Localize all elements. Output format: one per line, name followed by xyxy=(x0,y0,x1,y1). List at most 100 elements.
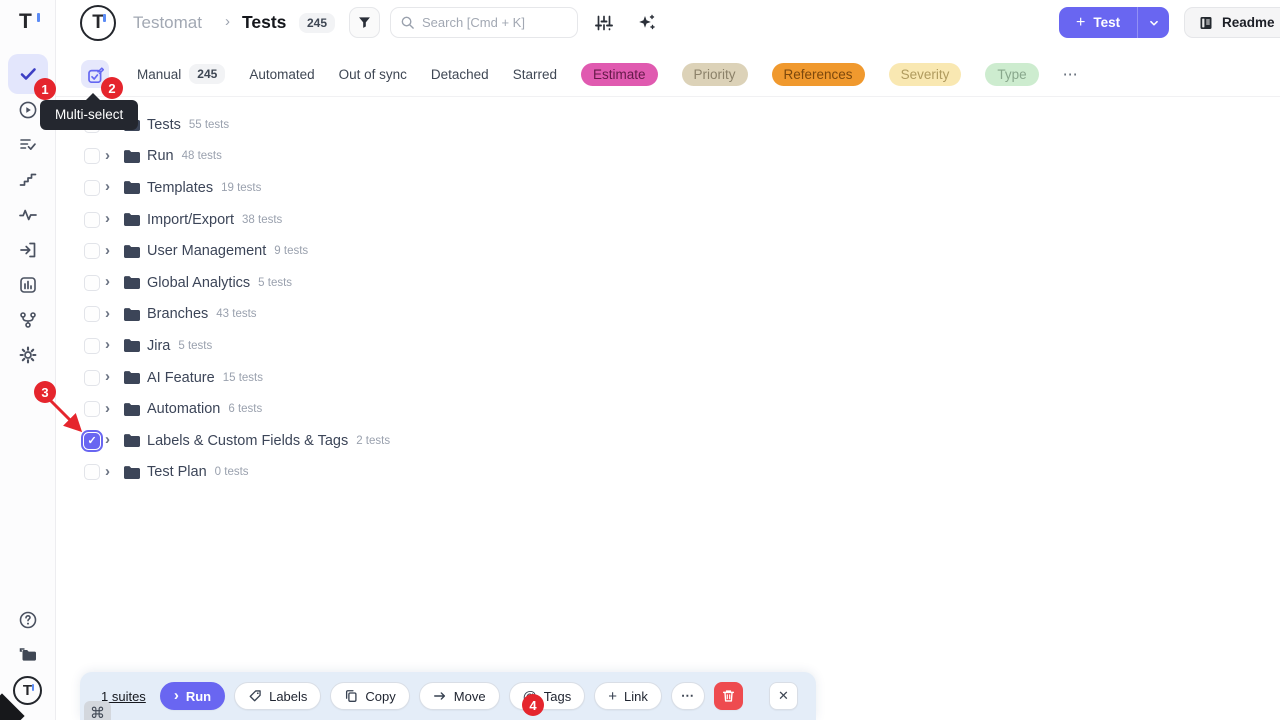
display-settings-button[interactable] xyxy=(594,13,614,38)
tags-button[interactable]: @ Tags xyxy=(509,682,586,710)
suite-name[interactable]: Test Plan xyxy=(147,464,207,480)
new-test-dropdown[interactable] xyxy=(1137,7,1169,38)
folder-icon xyxy=(123,180,140,195)
sidebar-item-projects[interactable] xyxy=(18,645,38,665)
folder-icon xyxy=(123,370,140,385)
suite-test-count: 5 tests xyxy=(258,277,292,289)
chevron-right-icon[interactable]: › xyxy=(105,243,115,258)
sidebar-item-runs[interactable] xyxy=(18,100,38,120)
breadcrumb-page[interactable]: Tests xyxy=(242,12,286,33)
suite-name[interactable]: Branches xyxy=(147,306,208,322)
tree-row[interactable]: ›User Management9 tests xyxy=(56,235,1280,267)
suite-name[interactable]: Import/Export xyxy=(147,212,234,228)
suite-name[interactable]: User Management xyxy=(147,243,266,259)
tree-row[interactable]: ›Automation6 tests xyxy=(56,393,1280,425)
tree-row[interactable]: ›Jira5 tests xyxy=(56,330,1280,362)
row-checkbox[interactable] xyxy=(84,275,100,291)
tree-row[interactable]: ›Test Plan0 tests xyxy=(56,457,1280,489)
chevron-right-icon[interactable]: › xyxy=(105,274,115,289)
tree-row[interactable]: › Global Analytics 5 tests xyxy=(56,267,1280,299)
chevron-right-icon[interactable]: › xyxy=(105,401,115,416)
tab-starred[interactable]: Starred xyxy=(513,67,557,82)
annotation-badge-3: 3 xyxy=(34,381,56,403)
sidebar-item-test-plans[interactable] xyxy=(18,135,38,155)
funnel-icon xyxy=(357,15,372,30)
tree-row[interactable]: › Branches 43 tests xyxy=(56,299,1280,331)
chevron-right-icon[interactable]: › xyxy=(105,179,115,194)
filter-button[interactable] xyxy=(349,7,380,38)
suite-name[interactable]: Jira xyxy=(147,338,170,354)
sidebar-item-tests[interactable] xyxy=(18,64,38,84)
row-checkbox[interactable] xyxy=(84,212,100,228)
tab-automated[interactable]: Automated xyxy=(249,67,314,82)
tab-out-of-sync[interactable]: Out of sync xyxy=(339,67,407,82)
tree-row-selected[interactable]: ›Labels & Custom Fields & Tags2 tests xyxy=(56,425,1280,457)
row-checkbox[interactable] xyxy=(84,148,100,164)
chevron-right-icon[interactable]: › xyxy=(105,432,115,447)
chevron-right-icon[interactable]: › xyxy=(105,337,115,352)
move-button[interactable]: Move xyxy=(419,682,500,710)
tree-row[interactable]: ›Import/Export38 tests xyxy=(56,204,1280,236)
ai-assistant-button[interactable] xyxy=(637,13,657,38)
row-checkbox[interactable] xyxy=(84,180,100,196)
sidebar-item-pulse[interactable] xyxy=(18,205,38,225)
new-test-button[interactable]: + Test xyxy=(1059,7,1137,38)
pill-estimate[interactable]: Estimate xyxy=(581,63,658,86)
sidebar-item-help[interactable] xyxy=(18,610,38,630)
row-checkbox[interactable] xyxy=(84,464,100,480)
suite-name[interactable]: AI Feature xyxy=(147,370,215,386)
pill-severity[interactable]: Severity xyxy=(889,63,962,86)
pill-priority[interactable]: Priority xyxy=(682,63,748,86)
sidebar-item-import[interactable] xyxy=(18,240,38,260)
delete-button[interactable] xyxy=(714,682,743,710)
readme-label: Readme xyxy=(1222,15,1275,30)
manual-count-badge: 245 xyxy=(189,64,225,84)
bulk-action-bar: 1 suites › Run Labels Copy Move @ Tags xyxy=(80,672,816,720)
chevron-right-icon[interactable]: › xyxy=(105,464,115,479)
sidebar-logo-icon[interactable]: T xyxy=(19,10,39,30)
command-key-chip[interactable]: ⌘ xyxy=(84,701,111,720)
more-filters-button[interactable]: ⋯ xyxy=(1063,65,1079,83)
sidebar-logo-bottom[interactable]: T xyxy=(13,676,43,706)
row-checkbox[interactable] xyxy=(84,306,100,322)
tree-row[interactable]: ›Templates19 tests xyxy=(56,172,1280,204)
readme-button[interactable]: Readme xyxy=(1184,7,1280,38)
chevron-right-icon[interactable]: › xyxy=(105,211,115,226)
suite-test-count: 43 tests xyxy=(216,308,256,320)
suite-name[interactable]: Labels & Custom Fields & Tags xyxy=(147,433,348,449)
search-input[interactable] xyxy=(422,15,562,30)
breadcrumb-project[interactable]: Testomat xyxy=(133,13,202,33)
pill-references[interactable]: References xyxy=(772,63,865,86)
link-button[interactable]: + Link xyxy=(594,682,662,710)
tree-row[interactable]: ›Run48 tests xyxy=(56,141,1280,173)
pill-type[interactable]: Type xyxy=(985,63,1038,86)
chevron-right-icon[interactable]: › xyxy=(105,148,115,163)
folder-icon xyxy=(123,149,140,164)
sidebar-item-settings[interactable] xyxy=(18,345,38,365)
suite-name[interactable]: Templates xyxy=(147,180,213,196)
labels-button[interactable]: Labels xyxy=(234,682,321,710)
chevron-right-icon[interactable]: › xyxy=(105,369,115,384)
project-logo[interactable]: T xyxy=(80,5,116,41)
suite-name[interactable]: Global Analytics xyxy=(147,275,250,291)
tree-row[interactable]: ›AI Feature15 tests xyxy=(56,362,1280,394)
folder-icon xyxy=(123,402,140,417)
copy-button[interactable]: Copy xyxy=(330,682,409,710)
suite-name[interactable]: Run xyxy=(147,148,174,164)
close-action-bar-button[interactable]: ✕ xyxy=(769,682,798,710)
tab-manual[interactable]: Manual 245 xyxy=(137,64,225,84)
sidebar-item-branches[interactable] xyxy=(18,310,38,330)
run-button[interactable]: › Run xyxy=(160,682,225,710)
sidebar-item-analytics[interactable] xyxy=(18,275,38,295)
more-actions-button[interactable]: ⋯ xyxy=(671,682,705,710)
sidebar-item-steps[interactable] xyxy=(18,170,38,190)
divider xyxy=(56,96,1280,97)
suite-name[interactable]: Tests xyxy=(147,117,181,133)
suite-name[interactable]: Automation xyxy=(147,401,220,417)
tab-detached[interactable]: Detached xyxy=(431,67,489,82)
row-checkbox[interactable] xyxy=(84,370,100,386)
row-checkbox[interactable] xyxy=(84,338,100,354)
row-checkbox[interactable] xyxy=(84,243,100,259)
tree-row[interactable]: ›Tests55 tests xyxy=(56,109,1280,141)
chevron-right-icon[interactable]: › xyxy=(105,306,115,321)
